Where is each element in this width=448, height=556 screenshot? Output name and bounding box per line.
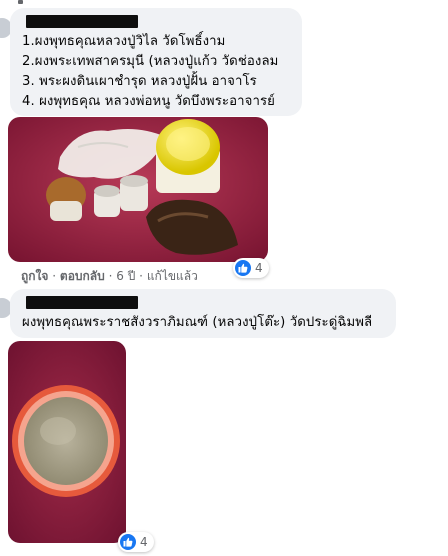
like-icon: [120, 534, 136, 550]
comment-age[interactable]: 6 ปี: [116, 269, 135, 283]
comment-photo[interactable]: [8, 117, 268, 262]
comment-photo[interactable]: [8, 341, 126, 543]
reaction-count: 4: [255, 261, 263, 275]
author-name-redacted[interactable]: [26, 296, 138, 309]
photo-amulet-powder-jars: [8, 117, 268, 262]
comment-bubble: ผงพุทธคุณพระราชสังวราภิมณฑ์ (หลวงปู่โต๊ะ…: [10, 289, 396, 338]
comment-bubble: 1.ผงพุทธคุณหลวงปู่วิไล วัดโพธิ์งาม 2.ผงพ…: [10, 8, 302, 116]
comment-line: 4. ผงพุทธคุณ หลวงพ่อหนู วัดบึงพระอาจารย์: [22, 94, 275, 109]
comment-line: 3. พระผงดินเผาชำรุด หลวงปู่ฝั้น อาจาโร: [22, 74, 257, 89]
edited-label[interactable]: แก้ไขแล้ว: [147, 269, 198, 283]
author-name-redacted[interactable]: [26, 15, 138, 28]
comment-actions: ถูกใจ · ตอบกลับ · 6 ปี · แก้ไขแล้ว: [21, 267, 198, 286]
reaction-count: 4: [140, 535, 148, 549]
reaction-badge[interactable]: 4: [233, 258, 269, 278]
like-link[interactable]: ถูกใจ: [21, 269, 48, 283]
separator: ·: [52, 269, 57, 283]
separator: ·: [108, 269, 113, 283]
separator: ·: [139, 269, 143, 283]
top-cutoff-mark: [18, 0, 23, 4]
photo-powder-in-jar: [8, 341, 126, 543]
comment-line: 2.ผงพระเทพสาครมุนี (หลวงปู่แก้ว วัดช่องล…: [22, 54, 279, 69]
comment-line: ผงพุทธคุณพระราชสังวราภิมณฑ์ (หลวงปู่โต๊ะ…: [22, 315, 373, 330]
reply-link[interactable]: ตอบกลับ: [60, 269, 105, 283]
reaction-badge[interactable]: 4: [118, 532, 154, 552]
like-icon: [235, 260, 251, 276]
comment-line: 1.ผงพุทธคุณหลวงปู่วิไล วัดโพธิ์งาม: [22, 34, 226, 49]
